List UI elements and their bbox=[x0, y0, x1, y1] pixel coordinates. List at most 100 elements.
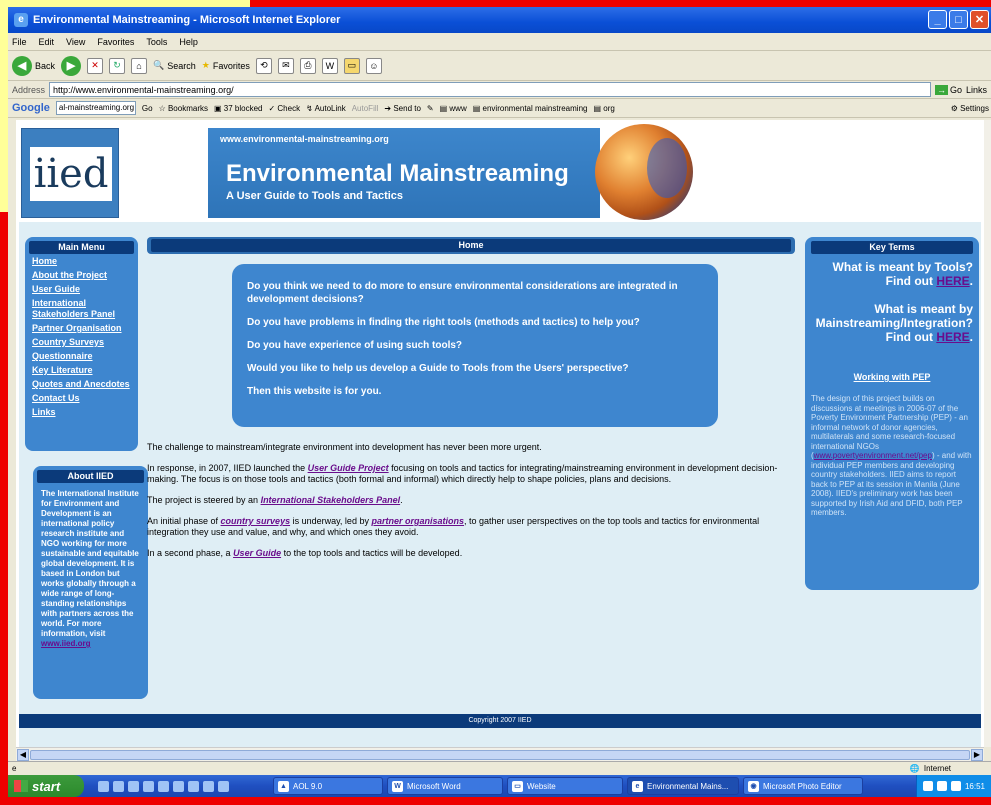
quick-launch-icon[interactable] bbox=[188, 780, 199, 792]
mainstreaming-here-link[interactable]: HERE bbox=[936, 330, 969, 344]
home-icon[interactable]: ⌂ bbox=[131, 57, 148, 74]
google-search-input[interactable]: al-mainstreaming.org bbox=[55, 101, 136, 115]
paragraph-1: The challenge to mainstream/integrate en… bbox=[147, 442, 542, 452]
close-button[interactable]: ✕ bbox=[970, 10, 989, 29]
iied-website-link[interactable]: www.iied.org bbox=[41, 639, 144, 648]
questions-box: Do you think we need to do more to ensur… bbox=[232, 264, 718, 427]
back-label: Back bbox=[35, 60, 56, 71]
clock: 16:51 bbox=[964, 781, 985, 791]
scroll-thumb[interactable] bbox=[30, 750, 970, 760]
www-button[interactable]: ▤ www bbox=[440, 104, 467, 113]
sendto-button[interactable]: ➔ Send to bbox=[384, 104, 421, 113]
window-title: Environmental Mainstreaming - Microsoft … bbox=[33, 14, 341, 26]
forward-arrow-icon[interactable]: ▶ bbox=[61, 55, 82, 76]
autolink-button[interactable]: ↯ AutoLink bbox=[306, 104, 346, 113]
menu-item-user-guide[interactable]: User Guide bbox=[32, 284, 132, 295]
user-guide-project-link[interactable]: User Guide Project bbox=[308, 463, 389, 473]
search-label: Search bbox=[167, 60, 196, 71]
standard-toolbar: ◀ Back ▶ ✕ ↻ ⌂ 🔍 Search ★ Favorites ⟲ ✉ … bbox=[8, 51, 991, 81]
word-icon[interactable]: W bbox=[321, 57, 338, 74]
bookmarks-button[interactable]: ☆ Bookmarks bbox=[159, 104, 208, 113]
search-button[interactable]: 🔍 Search bbox=[153, 60, 196, 71]
start-button[interactable]: start bbox=[8, 775, 84, 797]
popup-blocked[interactable]: ▣ 37 blocked bbox=[214, 104, 262, 113]
page-status-icon: e bbox=[12, 764, 17, 773]
tray-icon[interactable] bbox=[922, 781, 933, 791]
go-arrow-icon: → bbox=[934, 84, 948, 95]
links-label[interactable]: Links bbox=[966, 85, 987, 95]
quick-launch-icon[interactable] bbox=[143, 780, 154, 792]
menu-item-key-literature[interactable]: Key Literature bbox=[32, 365, 132, 376]
folder-icon[interactable]: ▭ bbox=[343, 57, 360, 74]
stakeholders-panel-link[interactable]: International Stakeholders Panel bbox=[261, 495, 401, 505]
scroll-left-icon[interactable]: ◀ bbox=[17, 749, 29, 761]
autofill-button[interactable]: AutoFill bbox=[352, 104, 379, 113]
quick-launch-icon[interactable] bbox=[128, 780, 139, 792]
tools-here-link[interactable]: HERE bbox=[936, 274, 969, 288]
taskbar-item-aol[interactable]: ▲ AOL 9.0 bbox=[273, 777, 383, 795]
minimize-button[interactable]: _ bbox=[928, 10, 947, 29]
menu-item-links[interactable]: Links bbox=[32, 407, 132, 418]
menu-item-stakeholders-panel[interactable]: International Stakeholders Panel bbox=[32, 298, 132, 320]
horizontal-scrollbar[interactable]: ◀ ▶ bbox=[16, 747, 984, 761]
go-button[interactable]: → Go bbox=[934, 84, 962, 95]
mail-icon[interactable]: ✉ bbox=[277, 57, 294, 74]
taskbar-item-website[interactable]: ▭ Website bbox=[507, 777, 623, 795]
menu-favorites[interactable]: Favorites bbox=[97, 37, 134, 47]
menu-view[interactable]: View bbox=[66, 37, 85, 47]
menu-item-quotes[interactable]: Quotes and Anecdotes bbox=[32, 379, 132, 390]
search-term-1[interactable]: ▤ environmental mainstreaming bbox=[473, 104, 588, 113]
scroll-right-icon[interactable]: ▶ bbox=[971, 749, 983, 761]
tray-icon[interactable] bbox=[950, 781, 961, 791]
vertical-scrollbar[interactable] bbox=[984, 120, 991, 747]
check-button[interactable]: ✓ Check bbox=[268, 104, 300, 113]
menu-item-contact[interactable]: Contact Us bbox=[32, 393, 132, 404]
stop-icon[interactable]: ✕ bbox=[87, 57, 104, 74]
user-guide-link[interactable]: User Guide bbox=[233, 548, 281, 558]
menu-tools[interactable]: Tools bbox=[146, 37, 167, 47]
address-input[interactable]: http://www.environmental-mainstreaming.o… bbox=[49, 82, 931, 97]
quick-launch-icon[interactable] bbox=[173, 780, 184, 792]
question-5: Then this website is for you. bbox=[247, 386, 382, 397]
history-icon[interactable]: ⟲ bbox=[255, 57, 272, 74]
quick-launch-icon[interactable] bbox=[218, 780, 229, 792]
country-surveys-link[interactable]: country surveys bbox=[221, 516, 291, 526]
globe-icon: 🌐 bbox=[909, 764, 920, 773]
quick-launch-icon[interactable] bbox=[113, 780, 124, 792]
quick-launch-icon[interactable] bbox=[158, 780, 169, 792]
status-bar: e 🌐 Internet bbox=[8, 761, 991, 775]
pep-website-link[interactable]: www.povertyenvironment.net/pep bbox=[814, 451, 932, 460]
menu-item-about-project[interactable]: About the Project bbox=[32, 270, 132, 281]
quick-launch-icon[interactable] bbox=[203, 780, 214, 792]
quick-launch-icon[interactable] bbox=[98, 780, 109, 792]
favorites-button[interactable]: ★ Favorites bbox=[202, 60, 250, 71]
pep-body: The design of this project builds on dis… bbox=[811, 394, 972, 517]
zone-label: Internet bbox=[923, 764, 951, 773]
taskbar-item-ie[interactable]: e Environmental Mains... bbox=[627, 777, 739, 795]
refresh-icon[interactable]: ↻ bbox=[109, 57, 126, 74]
google-go-button[interactable]: Go bbox=[142, 104, 153, 113]
messenger-icon[interactable]: ☺ bbox=[365, 57, 382, 74]
key-terms-heading: Key Terms bbox=[811, 241, 973, 254]
menu-edit[interactable]: Edit bbox=[39, 37, 55, 47]
iied-logo[interactable]: iied bbox=[21, 128, 119, 218]
maximize-button[interactable]: □ bbox=[949, 10, 968, 29]
address-label: Address bbox=[12, 84, 46, 95]
menu-file[interactable]: File bbox=[12, 37, 27, 47]
working-with-pep-link[interactable]: Working with PEP bbox=[811, 372, 973, 382]
taskbar-item-word[interactable]: W Microsoft Word bbox=[387, 777, 503, 795]
menu-item-country-surveys[interactable]: Country Surveys bbox=[32, 337, 132, 348]
back-button[interactable]: ◀ Back bbox=[12, 55, 56, 76]
highlight-icon[interactable]: ✎ bbox=[427, 104, 434, 113]
search-term-2[interactable]: ▤ org bbox=[593, 104, 614, 113]
tray-icon[interactable] bbox=[936, 781, 947, 791]
menu-item-home[interactable]: Home bbox=[32, 256, 132, 267]
menu-item-partner-organisation[interactable]: Partner Organisation bbox=[32, 323, 132, 334]
print-icon[interactable]: ⎙ bbox=[299, 57, 316, 74]
globe-image bbox=[595, 124, 693, 220]
menu-help[interactable]: Help bbox=[179, 37, 198, 47]
menu-item-questionnaire[interactable]: Questionnaire bbox=[32, 351, 132, 362]
taskbar-item-photo-editor[interactable]: ◉ Microsoft Photo Editor bbox=[743, 777, 863, 795]
settings-button[interactable]: ⚙ Settings bbox=[951, 104, 989, 113]
partner-organisations-link[interactable]: partner organisations bbox=[371, 516, 464, 526]
